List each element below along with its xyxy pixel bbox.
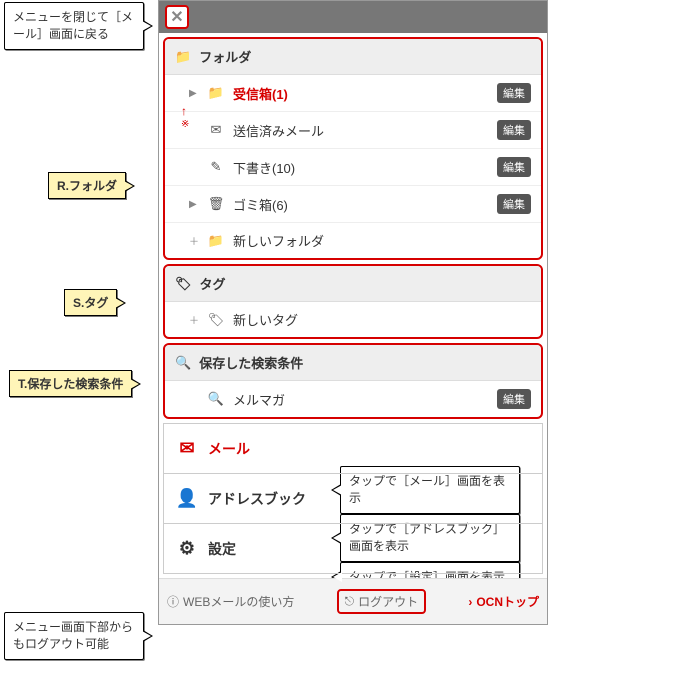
folder-label: 受信箱(1)	[233, 84, 489, 103]
logout-icon: ⎋	[345, 594, 355, 609]
tag-icon: 🏷	[175, 276, 192, 292]
nav-address-label: アドレスブック	[208, 489, 306, 509]
label-r-folder: R.フォルダ	[48, 172, 126, 199]
draft-icon: ✎	[207, 159, 225, 175]
footer-logout[interactable]: ⎋ ログアウト	[337, 589, 427, 614]
folder-icon: 📁	[207, 233, 225, 249]
edit-button[interactable]: 編集	[497, 389, 531, 409]
search-icon: 🔍	[207, 391, 225, 407]
folders-section: 📁 フォルダ ▶ 📁 受信箱(1) 編集 ↑※ ✉ 送信済みメール 編集 ✎ 下…	[163, 37, 543, 260]
folder-icon: 📁	[207, 85, 225, 101]
edit-button[interactable]: 編集	[497, 157, 531, 177]
label-t-search: T.保存した検索条件	[9, 370, 132, 397]
saved-search-header[interactable]: 🔍 保存した検索条件	[165, 345, 541, 381]
callout-logout: メニュー画面下部からもログアウト可能	[4, 612, 144, 660]
menu-panel: ✕ 📁 フォルダ ▶ 📁 受信箱(1) 編集 ↑※ ✉ 送信済みメール 編集 ✎…	[158, 0, 548, 625]
saved-search-section: 🔍 保存した検索条件 🔍 メルマガ 編集	[163, 343, 543, 419]
mail-icon: ✉	[176, 438, 198, 459]
folders-header[interactable]: 📁 フォルダ	[165, 39, 541, 75]
main-nav: ✉ メール 👤 アドレスブック ⚙ 設定	[163, 423, 543, 574]
nav-mail-label: メール	[208, 439, 250, 459]
nav-mail[interactable]: ✉ メール	[163, 423, 543, 474]
folders-header-label: フォルダ	[199, 47, 251, 66]
edit-button[interactable]: 編集	[497, 120, 531, 140]
trash-icon: 🗑	[207, 196, 225, 212]
folder-label: 送信済みメール	[233, 121, 489, 140]
top-bar: ✕	[159, 1, 547, 33]
chevron-right-icon: ▶	[189, 199, 199, 210]
chevron-right-icon: ›	[468, 595, 472, 609]
tags-header-label: タグ	[200, 274, 226, 293]
saved-search-item[interactable]: 🔍 メルマガ 編集	[165, 381, 541, 417]
folder-label: 下書き(10)	[233, 158, 489, 177]
tags-header[interactable]: 🏷 タグ	[165, 266, 541, 302]
plus-icon: ＋	[189, 312, 199, 327]
footer-help[interactable]: ⓘ WEBメールの使い方	[167, 593, 294, 610]
addressbook-icon: 👤	[176, 488, 198, 509]
plus-icon: ＋	[189, 233, 199, 248]
saved-search-header-label: 保存した検索条件	[199, 353, 303, 372]
footer: ⓘ WEBメールの使い方 ⎋ ログアウト › OCNトップ	[159, 578, 547, 624]
close-icon: ✕	[170, 7, 183, 27]
folder-drafts[interactable]: ✎ 下書き(10) 編集	[165, 149, 541, 186]
tag-icon: 🏷	[207, 312, 225, 328]
search-icon: 🔍	[175, 355, 191, 371]
nav-address-book[interactable]: 👤 アドレスブック	[163, 474, 543, 524]
footer-logout-label: ログアウト	[358, 593, 418, 610]
chevron-right-icon: ▶	[189, 88, 199, 99]
folder-sent[interactable]: ✉ 送信済みメール 編集	[165, 112, 541, 149]
footer-ocn-top[interactable]: › OCNトップ	[468, 593, 539, 610]
folder-new[interactable]: ＋ 📁 新しいフォルダ	[165, 223, 541, 258]
callout-close-menu: メニューを閉じて［メール］画面に戻る	[4, 2, 144, 50]
edit-button[interactable]: 編集	[497, 194, 531, 214]
tag-new[interactable]: ＋ 🏷 新しいタグ	[165, 302, 541, 337]
nav-settings[interactable]: ⚙ 設定	[163, 524, 543, 574]
edit-button[interactable]: 編集	[497, 83, 531, 103]
folder-icon: 📁	[175, 49, 191, 65]
gear-icon: ⚙	[176, 538, 198, 559]
footer-ocn-label: OCNトップ	[476, 593, 539, 610]
saved-search-label: メルマガ	[233, 390, 489, 409]
tags-section: 🏷 タグ ＋ 🏷 新しいタグ	[163, 264, 543, 339]
folder-trash[interactable]: ▶ 🗑 ゴミ箱(6) 編集	[165, 186, 541, 223]
info-icon: ⓘ	[167, 593, 179, 610]
tag-new-label: 新しいタグ	[233, 310, 531, 329]
folder-inbox[interactable]: ▶ 📁 受信箱(1) 編集 ↑※	[165, 75, 541, 112]
sent-icon: ✉	[207, 122, 225, 138]
close-button[interactable]: ✕	[165, 5, 189, 29]
nav-settings-label: 設定	[208, 539, 236, 559]
footer-help-label: WEBメールの使い方	[183, 593, 294, 610]
folder-label: ゴミ箱(6)	[233, 195, 489, 214]
label-s-tag: S.タグ	[64, 289, 117, 316]
folder-new-label: 新しいフォルダ	[233, 231, 531, 250]
